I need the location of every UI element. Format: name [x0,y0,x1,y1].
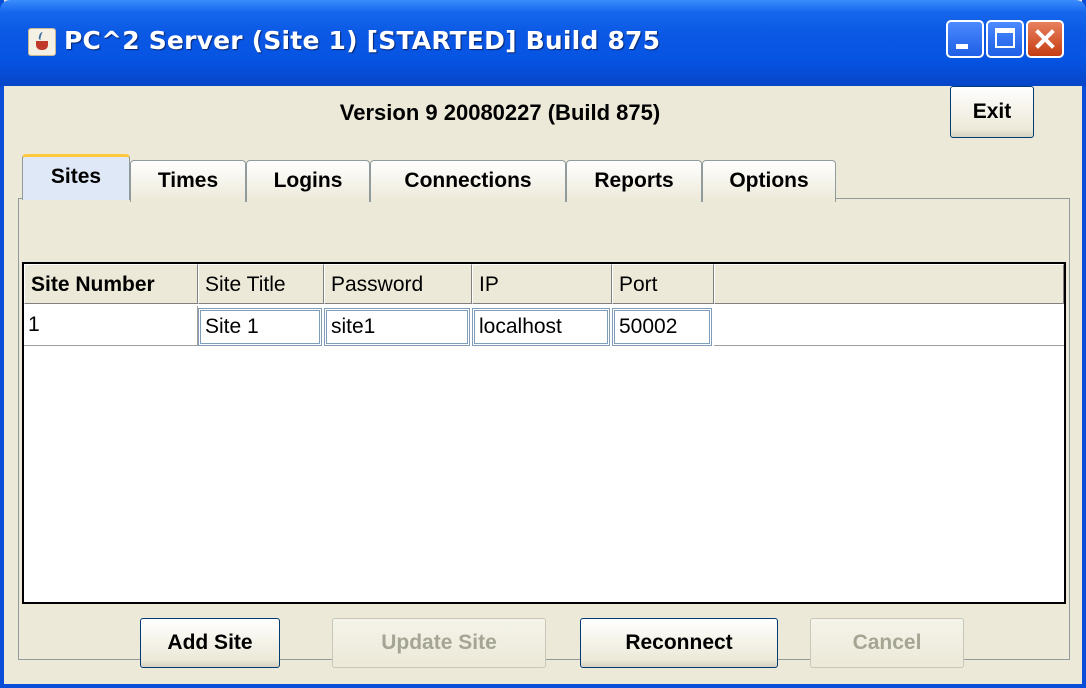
column-header-port[interactable]: Port [612,264,714,304]
column-header-ip[interactable]: IP [472,264,612,304]
column-header-site-title[interactable]: Site Title [198,264,324,304]
cell-site-title[interactable]: Site 1 [198,308,322,346]
minimize-button[interactable] [946,20,984,58]
minimize-icon [956,44,968,49]
window-title: PC^2 Server (Site 1) [STARTED] Build 875 [64,26,661,55]
table-header: Site Number Site Title Password IP Port [24,264,1064,304]
update-site-button[interactable]: Update Site [332,618,546,668]
column-header-password[interactable]: Password [324,264,472,304]
java-cup-icon [28,28,56,56]
tab-connections[interactable]: Connections [370,160,566,202]
cell-ip[interactable]: localhost [472,308,610,346]
cancel-button[interactable]: Cancel [810,618,964,668]
cell-password[interactable]: site1 [324,308,470,346]
add-site-button[interactable]: Add Site [140,618,280,668]
version-label: Version 9 20080227 (Build 875) [339,100,661,125]
column-header-empty [714,264,1064,304]
cell-site-number[interactable]: 1 [24,306,198,346]
maximize-icon [995,28,1015,48]
tab-times[interactable]: Times [130,160,246,202]
tab-sites[interactable]: Sites [22,154,130,200]
sites-table[interactable]: Site Number Site Title Password IP Port … [22,262,1066,604]
close-icon [1035,29,1055,49]
close-button[interactable] [1026,20,1064,58]
maximize-button[interactable] [986,20,1024,58]
tab-reports[interactable]: Reports [566,160,702,202]
exit-button[interactable]: Exit [950,86,1034,138]
title-bar[interactable]: PC^2 Server (Site 1) [STARTED] Build 875 [0,0,1086,86]
cell-empty [714,306,1064,346]
tab-options[interactable]: Options [702,160,836,202]
column-header-site-number[interactable]: Site Number [24,264,198,304]
cell-port[interactable]: 50002 [612,308,712,346]
reconnect-button[interactable]: Reconnect [580,618,778,668]
tab-logins[interactable]: Logins [246,160,370,202]
